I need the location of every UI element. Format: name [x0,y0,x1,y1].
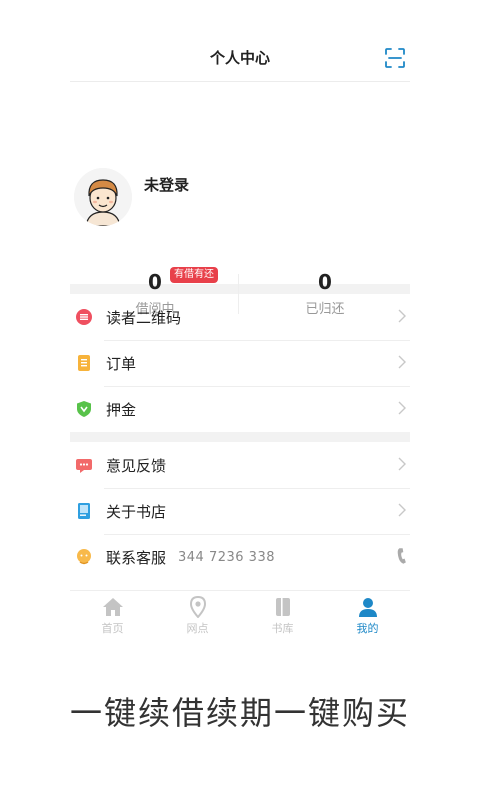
phone-screen: 个人中心 未登录 0 借阅中 有借有还 0 已归还 读者二维码 订单 押金 意见… [70,34,410,640]
menu-label: 订单 [106,354,137,373]
tab-label: 首页 [101,622,124,635]
menu-item-order[interactable]: 订单 [70,340,410,386]
home-icon [102,598,123,616]
returned-count: 0 [318,270,332,294]
username[interactable]: 未登录 [144,174,189,195]
navbar: 个人中心 [70,34,410,82]
feedback-icon [75,456,93,474]
tab-home[interactable]: 首页 [70,591,155,640]
borrow-tag-badge: 有借有还 [170,267,218,283]
menu-item-feedback[interactable]: 意见反馈 [70,442,410,488]
qrcode-icon [75,308,93,326]
service-icon [75,548,93,566]
phone-call-icon[interactable] [396,547,408,565]
library-icon [275,598,290,616]
menu-label: 关于书店 [106,502,167,521]
tab-label: 网点 [186,622,209,635]
menu-group-support: 意见反馈 关于书店 联系客服 344 7236 338 [70,442,410,580]
avatar[interactable] [74,168,132,226]
promo-slogan: 一键续借续期一键购买 [69,694,410,732]
tab-outlets[interactable]: 网点 [155,591,240,640]
user-icon [358,598,377,617]
menu-label: 读者二维码 [106,308,182,327]
menu-label: 联系客服 [106,548,167,567]
tab-mine[interactable]: 我的 [325,591,410,640]
profile-card[interactable]: 未登录 0 借阅中 有借有还 0 已归还 [70,82,410,317]
chevron-right-icon [398,355,406,369]
chevron-right-icon [398,309,406,323]
location-icon [189,596,206,618]
menu-item-about-store[interactable]: 关于书店 [70,488,410,534]
tab-library[interactable]: 书库 [240,591,325,640]
tab-label: 书库 [271,622,294,635]
bottom-tabbar: 首页 网点 书库 我的 [70,590,410,640]
menu-label: 押金 [106,400,137,419]
page-title: 个人中心 [209,49,270,67]
chevron-right-icon [398,401,406,415]
menu-item-deposit[interactable]: 押金 [70,386,410,432]
menu-label: 意见反馈 [106,456,167,475]
service-phone-number: 344 7236 338 [178,549,275,565]
menu-group-account: 读者二维码 订单 押金 [70,294,410,442]
menu-item-reader-qrcode[interactable]: 读者二维码 [70,294,410,340]
chevron-right-icon [398,503,406,517]
tab-label: 我的 [356,622,379,635]
order-icon [75,354,93,372]
scan-icon[interactable] [384,47,406,69]
book-icon [75,502,93,520]
menu-item-customer-service[interactable]: 联系客服 344 7236 338 [70,534,410,580]
chevron-right-icon [398,457,406,471]
deposit-shield-icon [75,400,93,418]
